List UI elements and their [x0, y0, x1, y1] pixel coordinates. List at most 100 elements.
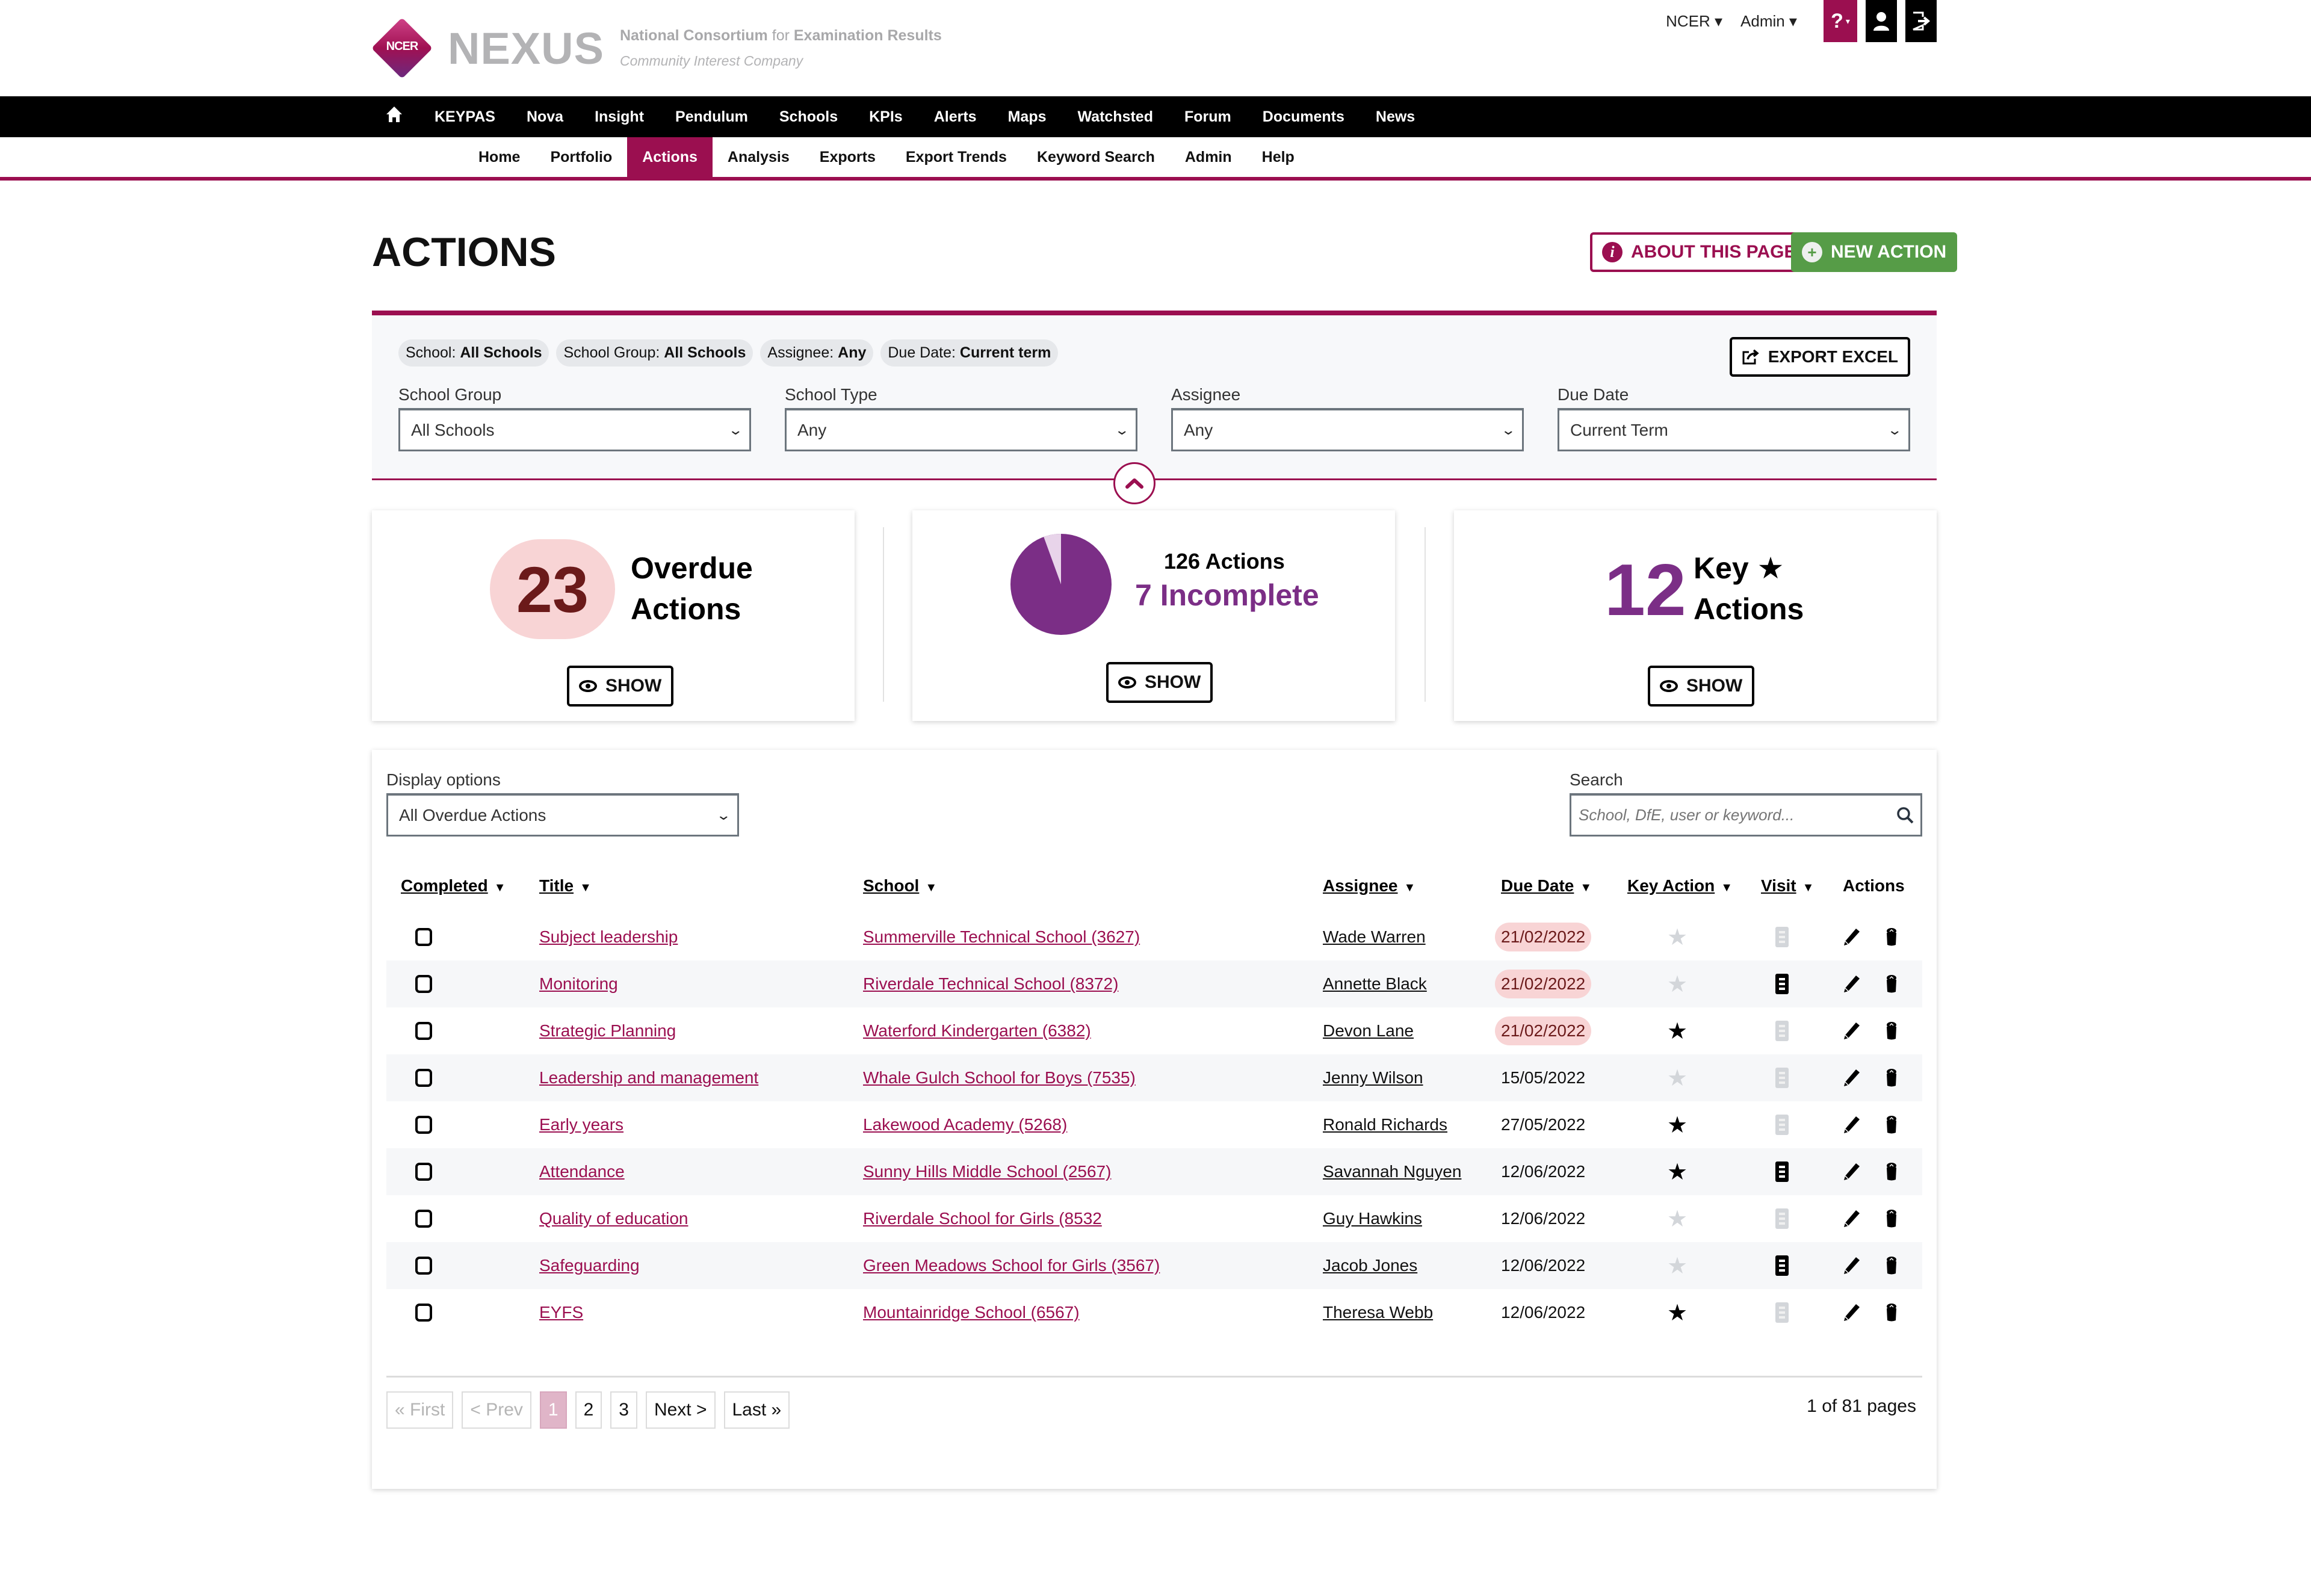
logo[interactable]: NCER NEXUS National Consortium for Exami…	[371, 17, 942, 79]
main-nav-insight[interactable]: Insight	[595, 108, 644, 126]
edit-pencil-icon[interactable]	[1843, 1162, 1861, 1181]
main-nav-watchsted[interactable]: Watchsted	[1078, 108, 1153, 126]
visit-note-icon[interactable]	[1775, 974, 1789, 994]
school-link[interactable]: Riverdale Technical School (8372)	[863, 974, 1118, 994]
key-action-star-icon[interactable]: ★	[1667, 971, 1688, 998]
help-icon[interactable]: ? ▾	[1824, 0, 1857, 42]
school-link[interactable]: Green Meadows School for Girls (3567)	[863, 1256, 1160, 1275]
home-icon[interactable]	[385, 105, 403, 128]
school-link[interactable]: Whale Gulch School for Boys (7535)	[863, 1068, 1136, 1087]
sub-nav-actions[interactable]: Actions	[627, 137, 713, 177]
action-title-link[interactable]: Quality of education	[539, 1209, 688, 1228]
assignee-link[interactable]: Wade Warren	[1323, 927, 1426, 947]
completed-checkbox[interactable]	[415, 1163, 432, 1181]
edit-pencil-icon[interactable]	[1843, 1209, 1861, 1228]
action-title-link[interactable]: Attendance	[539, 1162, 625, 1181]
export-excel-button[interactable]: EXPORT EXCEL	[1729, 337, 1910, 377]
edit-pencil-icon[interactable]	[1843, 1068, 1861, 1087]
col-completed[interactable]: Completed ▼	[401, 876, 506, 895]
sub-nav-help[interactable]: Help	[1247, 137, 1310, 177]
action-title-link[interactable]: Leadership and management	[539, 1068, 758, 1087]
edit-pencil-icon[interactable]	[1843, 974, 1861, 994]
school-link[interactable]: Mountainridge School (6567)	[863, 1303, 1080, 1322]
assignee-link[interactable]: Theresa Webb	[1323, 1303, 1433, 1322]
completed-checkbox[interactable]	[415, 1069, 432, 1087]
sub-nav-export-trends[interactable]: Export Trends	[891, 137, 1022, 177]
sub-nav-home[interactable]: Home	[463, 137, 535, 177]
action-title-link[interactable]: Safeguarding	[539, 1256, 640, 1275]
edit-pencil-icon[interactable]	[1843, 1021, 1861, 1041]
col-visit[interactable]: Visit ▼	[1761, 876, 1814, 895]
edit-pencil-icon[interactable]	[1843, 1115, 1861, 1134]
delete-trash-icon[interactable]	[1885, 1068, 1898, 1087]
completed-checkbox[interactable]	[415, 1116, 432, 1134]
visit-note-icon[interactable]	[1775, 1161, 1789, 1182]
user-icon[interactable]	[1866, 0, 1897, 42]
delete-trash-icon[interactable]	[1885, 1115, 1898, 1134]
school-link[interactable]: Lakewood Academy (5268)	[863, 1115, 1067, 1134]
main-nav-documents[interactable]: Documents	[1263, 108, 1344, 126]
col-assignee[interactable]: Assignee ▼	[1323, 876, 1415, 895]
completed-checkbox[interactable]	[415, 975, 432, 993]
visit-note-icon[interactable]	[1775, 927, 1789, 947]
delete-trash-icon[interactable]	[1885, 1303, 1898, 1322]
main-nav-pendulum[interactable]: Pendulum	[675, 108, 748, 126]
assignee-link[interactable]: Annette Black	[1323, 974, 1427, 994]
main-nav-forum[interactable]: Forum	[1184, 108, 1231, 126]
key-action-star-icon[interactable]: ★	[1667, 1299, 1688, 1326]
sub-nav-exports[interactable]: Exports	[805, 137, 891, 177]
completed-checkbox[interactable]	[415, 1304, 432, 1322]
main-nav-keypas[interactable]: KEYPAS	[435, 108, 495, 126]
new-action-button[interactable]: + NEW ACTION	[1791, 232, 1958, 272]
school-link[interactable]: Sunny Hills Middle School (2567)	[863, 1162, 1111, 1181]
show-incomplete-button[interactable]: SHOW	[1106, 662, 1213, 703]
completed-checkbox[interactable]	[415, 928, 432, 946]
visit-note-icon[interactable]	[1775, 1021, 1789, 1041]
assignee-link[interactable]: Guy Hawkins	[1323, 1209, 1422, 1228]
search-input[interactable]	[1579, 806, 1867, 824]
col-school[interactable]: School ▼	[863, 876, 937, 895]
visit-note-icon[interactable]	[1775, 1255, 1789, 1276]
delete-trash-icon[interactable]	[1885, 1021, 1898, 1041]
assignee-link[interactable]: Devon Lane	[1323, 1021, 1414, 1041]
key-action-star-icon[interactable]: ★	[1667, 1112, 1688, 1139]
visit-note-icon[interactable]	[1775, 1302, 1789, 1323]
main-nav-kpis[interactable]: KPIs	[869, 108, 903, 126]
delete-trash-icon[interactable]	[1885, 927, 1898, 947]
col-key-action[interactable]: Key Action ▼	[1627, 876, 1733, 895]
assignee-link[interactable]: Jenny Wilson	[1323, 1068, 1423, 1087]
prev-page-button[interactable]: < Prev	[462, 1391, 531, 1429]
key-action-star-icon[interactable]: ★	[1667, 1018, 1688, 1045]
visit-note-icon[interactable]	[1775, 1208, 1789, 1229]
search-icon[interactable]	[1896, 806, 1914, 824]
main-nav-alerts[interactable]: Alerts	[934, 108, 977, 126]
delete-trash-icon[interactable]	[1885, 1162, 1898, 1181]
sub-nav-keyword-search[interactable]: Keyword Search	[1022, 137, 1170, 177]
delete-trash-icon[interactable]	[1885, 1256, 1898, 1275]
due-date-select[interactable]: Current Term ⌄	[1558, 408, 1910, 451]
assignee-link[interactable]: Ronald Richards	[1323, 1115, 1447, 1134]
key-action-star-icon[interactable]: ★	[1667, 1065, 1688, 1092]
page-button-1[interactable]: 1	[539, 1391, 567, 1429]
action-title-link[interactable]: Strategic Planning	[539, 1021, 676, 1041]
edit-pencil-icon[interactable]	[1843, 1256, 1861, 1275]
sub-nav-portfolio[interactable]: Portfolio	[535, 137, 627, 177]
main-nav-schools[interactable]: Schools	[779, 108, 838, 126]
school-group-select[interactable]: All Schools ⌄	[398, 408, 751, 451]
show-overdue-button[interactable]: SHOW	[567, 666, 674, 707]
school-link[interactable]: Summerville Technical School (3627)	[863, 927, 1140, 947]
action-title-link[interactable]: EYFS	[539, 1303, 583, 1322]
delete-trash-icon[interactable]	[1885, 974, 1898, 994]
page-button-2[interactable]: 2	[575, 1391, 602, 1429]
edit-pencil-icon[interactable]	[1843, 1303, 1861, 1322]
key-action-star-icon[interactable]: ★	[1667, 1252, 1688, 1279]
collapse-filters-button[interactable]	[1113, 462, 1156, 504]
completed-checkbox[interactable]	[415, 1210, 432, 1228]
col-title[interactable]: Title ▼	[539, 876, 592, 895]
action-title-link[interactable]: Subject leadership	[539, 927, 678, 947]
action-title-link[interactable]: Early years	[539, 1115, 623, 1134]
delete-trash-icon[interactable]	[1885, 1209, 1898, 1228]
assignee-link[interactable]: Jacob Jones	[1323, 1256, 1417, 1275]
last-page-button[interactable]: Last »	[723, 1391, 790, 1429]
visit-note-icon[interactable]	[1775, 1068, 1789, 1088]
